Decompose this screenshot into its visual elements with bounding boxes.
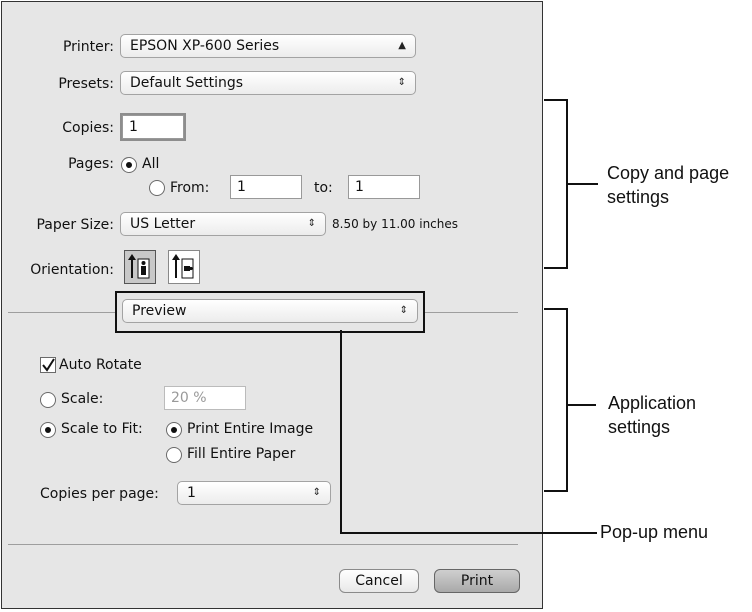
auto-rotate-label: Auto Rotate <box>59 357 142 373</box>
pages-to-label: to: <box>314 180 333 196</box>
fill-entire-paper-radio[interactable] <box>166 447 182 463</box>
pages-from-radio[interactable] <box>149 180 165 196</box>
portrait-icon <box>128 254 150 279</box>
bracket-leader <box>566 183 598 185</box>
print-dialog: Printer: EPSON XP-600 Series ▲︎ Presets:… <box>1 1 543 609</box>
popup-leader-vertical <box>340 330 342 534</box>
scale-radio[interactable] <box>40 392 56 408</box>
popup-arrows-icon: ⇕ <box>307 218 316 229</box>
scale-label: Scale: <box>61 391 104 407</box>
scale-to-fit-label: Scale to Fit: <box>61 421 143 437</box>
preview-popup[interactable]: Preview ⇕ <box>122 299 418 323</box>
landscape-orientation-button[interactable] <box>168 250 200 284</box>
auto-rotate-checkbox[interactable] <box>40 357 56 373</box>
popup-arrows-icon: ⇕ <box>399 305 408 316</box>
bracket-top-tick <box>544 99 568 101</box>
pages-all-label: All <box>142 156 160 172</box>
callout-line-2: settings <box>608 417 671 437</box>
orientation-label: Orientation: <box>30 262 114 278</box>
paper-size-popup[interactable]: US Letter ⇕ <box>120 212 326 236</box>
presets-value: Default Settings <box>130 75 244 91</box>
print-button[interactable]: Print <box>434 569 520 593</box>
portrait-orientation-button[interactable] <box>124 250 156 284</box>
popup-leader-horizontal <box>340 532 597 534</box>
copies-per-page-popup[interactable]: 1 ⇕ <box>177 481 331 505</box>
pages-from-label: From: <box>170 180 210 196</box>
landscape-icon <box>172 254 194 279</box>
paper-size-value: US Letter <box>130 216 196 232</box>
copies-per-page-label: Copies per page: <box>40 486 159 502</box>
scale-field[interactable]: 20 % <box>164 386 246 410</box>
bracket-bottom-tick <box>544 490 568 492</box>
separator-left <box>8 312 116 313</box>
fill-entire-paper-label: Fill Entire Paper <box>187 446 296 462</box>
pages-label: Pages: <box>68 156 114 172</box>
bottom-separator <box>8 544 518 545</box>
popup-arrows-icon: ▲︎ <box>398 40 406 51</box>
popup-menu-callout: Pop-up menu <box>600 522 709 542</box>
print-entire-image-radio[interactable] <box>166 422 182 438</box>
pages-to-field[interactable]: 1 <box>348 175 420 199</box>
cancel-button[interactable]: Cancel <box>339 569 419 593</box>
bracket-bottom-tick <box>544 267 568 269</box>
copies-field[interactable]: 1 <box>122 115 184 139</box>
paper-size-label: Paper Size: <box>36 217 114 233</box>
pages-from-field[interactable]: 1 <box>230 175 302 199</box>
callout-line-2: settings <box>607 187 670 207</box>
callout-line-1: Application <box>608 393 697 413</box>
popup-arrows-icon: ⇕ <box>312 487 321 498</box>
presets-label: Presets: <box>58 76 114 92</box>
application-settings-callout: Application settings <box>608 391 696 439</box>
popup-arrows-icon: ⇕ <box>397 77 406 88</box>
separator-right <box>424 312 518 313</box>
preview-popup-value: Preview <box>132 303 187 319</box>
print-entire-image-label: Print Entire Image <box>187 421 314 437</box>
pages-all-radio[interactable] <box>121 157 137 173</box>
presets-popup[interactable]: Default Settings ⇕ <box>120 71 416 95</box>
copies-per-page-value: 1 <box>187 485 196 501</box>
scale-to-fit-radio[interactable] <box>40 422 56 438</box>
copies-label: Copies: <box>62 120 114 136</box>
paper-dimensions: 8.50 by 11.00 inches <box>332 217 459 231</box>
printer-value: EPSON XP-600 Series <box>130 38 280 54</box>
printer-popup[interactable]: EPSON XP-600 Series ▲︎ <box>120 34 416 58</box>
bracket-vertical <box>566 308 568 492</box>
copy-page-settings-callout: Copy and page settings <box>607 161 729 209</box>
bracket-top-tick <box>544 308 568 310</box>
printer-label: Printer: <box>62 39 114 55</box>
callout-line-1: Copy and page <box>607 163 730 183</box>
bracket-leader <box>566 404 596 406</box>
checkmark-icon <box>42 358 55 372</box>
